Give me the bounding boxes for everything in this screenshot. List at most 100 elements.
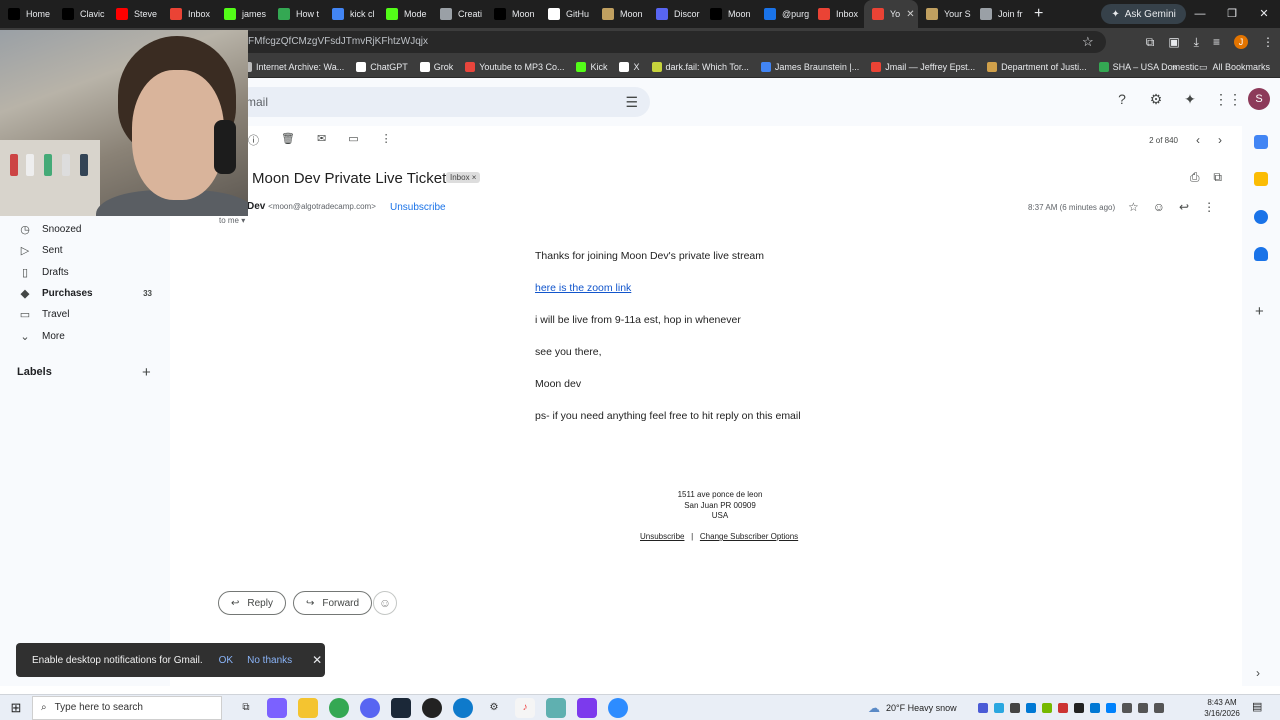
mark-unread-icon[interactable]: ✉ — [317, 132, 326, 148]
add-addon-icon[interactable]: + — [1255, 303, 1264, 320]
nvidia-icon[interactable] — [1042, 703, 1052, 713]
tray-app-icon[interactable] — [1090, 703, 1100, 713]
chevron-left-icon[interactable]: ‹ — [1196, 133, 1200, 147]
inbox-label-chip[interactable]: Inbox × — [446, 172, 481, 183]
browser-tab[interactable]: Home — [0, 0, 54, 28]
sidebar-icon[interactable]: ▣ — [1168, 35, 1179, 49]
battery-icon[interactable] — [1154, 703, 1164, 713]
add-label-button[interactable]: + — [142, 364, 151, 381]
keep-icon[interactable] — [1254, 172, 1268, 186]
browser-tab[interactable]: Moon — [486, 0, 540, 28]
tray-app-icon[interactable] — [1026, 703, 1036, 713]
discord-icon[interactable] — [360, 697, 380, 718]
browser-tab[interactable]: Yo ✕ — [864, 0, 918, 28]
browser-tab[interactable]: GitHu — [540, 0, 594, 28]
bookmark-item[interactable]: SHA – USA Domestic — [1093, 61, 1205, 72]
reply-button[interactable]: ↩ Reply — [218, 591, 286, 615]
browser-tab[interactable]: @purg — [756, 0, 810, 28]
forward-button[interactable]: ↪ Forward — [293, 591, 373, 615]
bookmark-item[interactable]: ChatGPT — [350, 61, 414, 72]
bookmark-item[interactable]: dark.fail: Which Tor... — [646, 61, 755, 72]
delete-icon[interactable]: 🗑 — [281, 132, 295, 148]
report-spam-icon[interactable]: ⓘ — [248, 132, 259, 148]
browser-tab[interactable]: Inbox — [162, 0, 216, 28]
sidebar-item-snoozed[interactable]: ◷ Snoozed — [0, 219, 170, 240]
address-bar[interactable]: FMfcgzQfCMzgVFsdJTmvRjKFhtzWJqjx — [236, 31, 1106, 53]
bookmark-item[interactable]: Internet Archive: Wa... — [236, 61, 350, 72]
browser-tab[interactable]: Inbox — [810, 0, 864, 28]
toast-no-thanks-button[interactable]: No thanks — [247, 655, 292, 666]
sidebar-item-drafts[interactable]: ▯ Drafts — [0, 262, 170, 283]
toast-ok-button[interactable]: OK — [219, 655, 233, 666]
windows-start-icon[interactable]: ⊞ — [0, 700, 32, 716]
browser-tab[interactable]: kick cl — [324, 0, 378, 28]
notifications-icon[interactable]: ▤ — [1252, 700, 1262, 713]
reading-list-icon[interactable]: ≡ — [1213, 35, 1220, 49]
browser-tab[interactable]: Creati — [432, 0, 486, 28]
taskbar-clock[interactable]: 8:43 AM 3/16/2026 — [1200, 697, 1244, 719]
tray-app-icon[interactable] — [994, 703, 1004, 713]
restore-button[interactable]: ❐ — [1216, 0, 1248, 28]
apps-grid-icon[interactable]: ⋮⋮ — [1214, 89, 1242, 109]
unsubscribe-link[interactable]: Unsubscribe — [390, 202, 446, 213]
tray-app-icon[interactable] — [1058, 703, 1068, 713]
emoji-react-button[interactable]: ☺ — [373, 591, 397, 615]
download-icon[interactable]: ⤓ — [1194, 35, 1199, 50]
bookmark-item[interactable]: X — [613, 61, 645, 72]
settings-icon[interactable]: ⚙ — [1146, 89, 1166, 109]
emoji-react-icon[interactable]: ☺ — [1153, 200, 1165, 214]
zoom-icon[interactable] — [608, 697, 628, 718]
calendar-icon[interactable] — [1254, 135, 1268, 149]
browser-tab[interactable]: Steve — [108, 0, 162, 28]
chrome-icon[interactable] — [329, 697, 349, 718]
change-subscriber-options-link[interactable]: Change Subscriber Options — [700, 532, 798, 541]
tray-app-icon[interactable] — [1010, 703, 1020, 713]
footer-unsubscribe-link[interactable]: Unsubscribe — [640, 532, 684, 541]
weather-widget[interactable]: ☁ 20°F Heavy snow — [868, 695, 957, 720]
browser-tab[interactable]: james — [216, 0, 270, 28]
sidebar-item-sent[interactable]: ▷ Sent — [0, 240, 170, 261]
bookmark-item[interactable]: Youtube to MP3 Co... — [459, 61, 570, 72]
terminal-icon[interactable] — [546, 697, 566, 718]
file-explorer-icon[interactable] — [298, 697, 318, 718]
more-icon[interactable]: ⋮ — [1203, 200, 1215, 214]
settings-icon[interactable]: ⚙ — [484, 698, 504, 718]
zoom-link[interactable]: here is the zoom link — [535, 282, 631, 294]
search-options-icon[interactable]: ☰ — [625, 87, 638, 117]
ask-gemini-button[interactable]: ✦ Ask Gemini — [1101, 4, 1186, 24]
recipient-details[interactable]: to me ▾ — [219, 216, 245, 225]
bookmark-star-icon[interactable]: ☆ — [1082, 34, 1094, 50]
tray-app-icon[interactable] — [978, 703, 988, 713]
browser-tab[interactable]: Mode — [378, 0, 432, 28]
video-editor-icon[interactable] — [577, 697, 597, 718]
network-icon[interactable] — [1122, 703, 1132, 713]
browser-tab[interactable]: Moon — [594, 0, 648, 28]
reply-icon[interactable]: ↩ — [1179, 200, 1189, 214]
tray-app-icon[interactable] — [1074, 703, 1084, 713]
open-new-window-icon[interactable]: ⧉ — [1213, 170, 1222, 185]
search-input[interactable]: mail ☰ — [236, 87, 650, 117]
browser-tab[interactable]: Join fr — [972, 0, 1026, 28]
bookmark-item[interactable]: Kick — [570, 61, 613, 72]
gemini-icon[interactable]: ✦ — [1180, 89, 1200, 109]
volume-icon[interactable] — [1138, 703, 1148, 713]
chevron-right-icon[interactable]: › — [1218, 133, 1222, 147]
bookmark-item[interactable]: Jmail — Jeffrey Epst... — [865, 61, 981, 72]
bookmark-item[interactable]: James Braunstein |... — [755, 61, 865, 72]
taskbar-search-input[interactable]: ⌕ Type here to search — [32, 695, 222, 720]
account-avatar[interactable]: S — [1248, 88, 1270, 110]
profile-avatar[interactable]: J — [1234, 35, 1248, 49]
browser-tab[interactable]: Discor — [648, 0, 702, 28]
bookmark-item[interactable]: Grok — [414, 61, 460, 72]
obs-icon[interactable] — [422, 697, 442, 718]
browser-tab[interactable]: Your S — [918, 0, 972, 28]
browser-tab[interactable]: Moon — [702, 0, 756, 28]
close-icon[interactable]: ✕ — [312, 653, 322, 667]
minimize-button[interactable]: — — [1184, 0, 1216, 28]
print-icon[interactable]: ⎙ — [1190, 170, 1200, 185]
sidebar-item-more[interactable]: ⌄ More — [0, 326, 170, 347]
sidebar-item-purchases[interactable]: ◆ Purchases 33 — [0, 283, 170, 304]
all-bookmarks[interactable]: ▭ All Bookmarks — [1199, 56, 1270, 78]
sidebar-item-travel[interactable]: ▭ Travel — [0, 304, 170, 325]
copilot-icon[interactable] — [267, 697, 287, 718]
